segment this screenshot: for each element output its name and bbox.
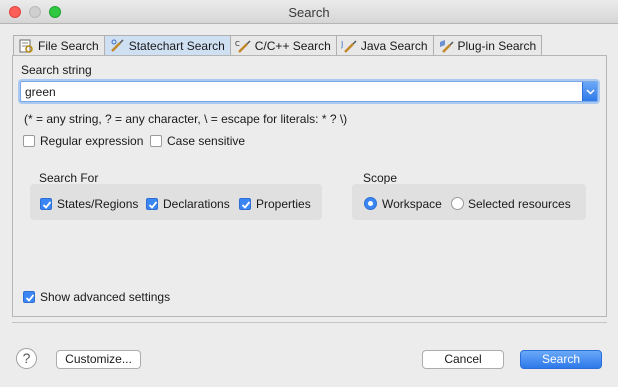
java-search-icon: J — [340, 38, 357, 54]
tab-label: File Search — [38, 38, 99, 53]
properties-label: Properties — [256, 197, 311, 211]
selected-resources-radio[interactable] — [451, 197, 464, 210]
footer-separator — [12, 322, 607, 323]
tab-statechart-search[interactable]: Statechart Search — [104, 35, 231, 55]
help-icon: ? — [22, 350, 31, 366]
case-sensitive-label: Case sensitive — [167, 134, 246, 148]
checkmark-icon — [148, 201, 158, 209]
show-advanced-settings-label: Show advanced settings — [40, 290, 171, 304]
states-regions-label: States/Regions — [57, 197, 139, 211]
customize-button[interactable]: Customize... — [56, 350, 141, 369]
cpp-search-icon: C — [235, 38, 251, 54]
checkmark-icon — [241, 201, 251, 209]
help-button[interactable]: ? — [16, 348, 37, 369]
tab-java-search[interactable]: J Java Search — [336, 35, 434, 55]
tab-plugin-search[interactable]: Plug-in Search — [433, 35, 543, 55]
title-bar: Search — [0, 0, 618, 24]
selected-resources-label: Selected resources — [468, 197, 571, 211]
declarations-checkbox[interactable] — [146, 198, 158, 210]
wildcard-hint: (* = any string, ? = any character, \ = … — [24, 112, 348, 126]
svg-text:J: J — [341, 40, 343, 49]
states-regions-checkbox[interactable] — [40, 198, 52, 210]
declarations-label: Declarations — [163, 197, 230, 211]
statechart-search-icon — [109, 38, 125, 54]
cancel-button[interactable]: Cancel — [422, 350, 504, 369]
case-sensitive-checkbox[interactable] — [150, 135, 162, 147]
checkmark-icon — [42, 201, 52, 209]
scope-title: Scope — [363, 171, 398, 185]
combo-dropdown-button[interactable] — [582, 82, 597, 101]
tab-label: Plug-in Search — [457, 38, 537, 53]
window-title: Search — [288, 5, 330, 20]
file-search-icon — [18, 38, 34, 54]
checkmark-icon — [25, 294, 35, 302]
search-string-label: Search string — [21, 63, 92, 77]
tab-cpp-search[interactable]: C C/C++ Search — [230, 35, 337, 55]
search-string-combo[interactable]: green — [20, 81, 598, 102]
search-button[interactable]: Search — [520, 350, 602, 369]
workspace-radio[interactable] — [364, 197, 377, 210]
regular-expression-checkbox[interactable] — [23, 135, 35, 147]
search-string-value[interactable]: green — [25, 85, 56, 99]
plugin-search-icon — [438, 38, 454, 54]
tab-label: C/C++ Search — [254, 38, 331, 53]
tab-label: Java Search — [360, 38, 428, 53]
workspace-label: Workspace — [382, 197, 442, 211]
show-advanced-settings-checkbox[interactable] — [23, 291, 35, 303]
search-for-title: Search For — [39, 171, 99, 185]
chevron-down-icon — [586, 89, 595, 95]
properties-checkbox[interactable] — [239, 198, 251, 210]
search-tabs: File Search Statechart Search C C/C++ Se… — [13, 35, 543, 55]
tab-file-search[interactable]: File Search — [13, 35, 105, 55]
tab-label: Statechart Search — [128, 38, 225, 53]
svg-text:C: C — [235, 40, 240, 48]
regular-expression-label: Regular expression — [40, 134, 144, 148]
